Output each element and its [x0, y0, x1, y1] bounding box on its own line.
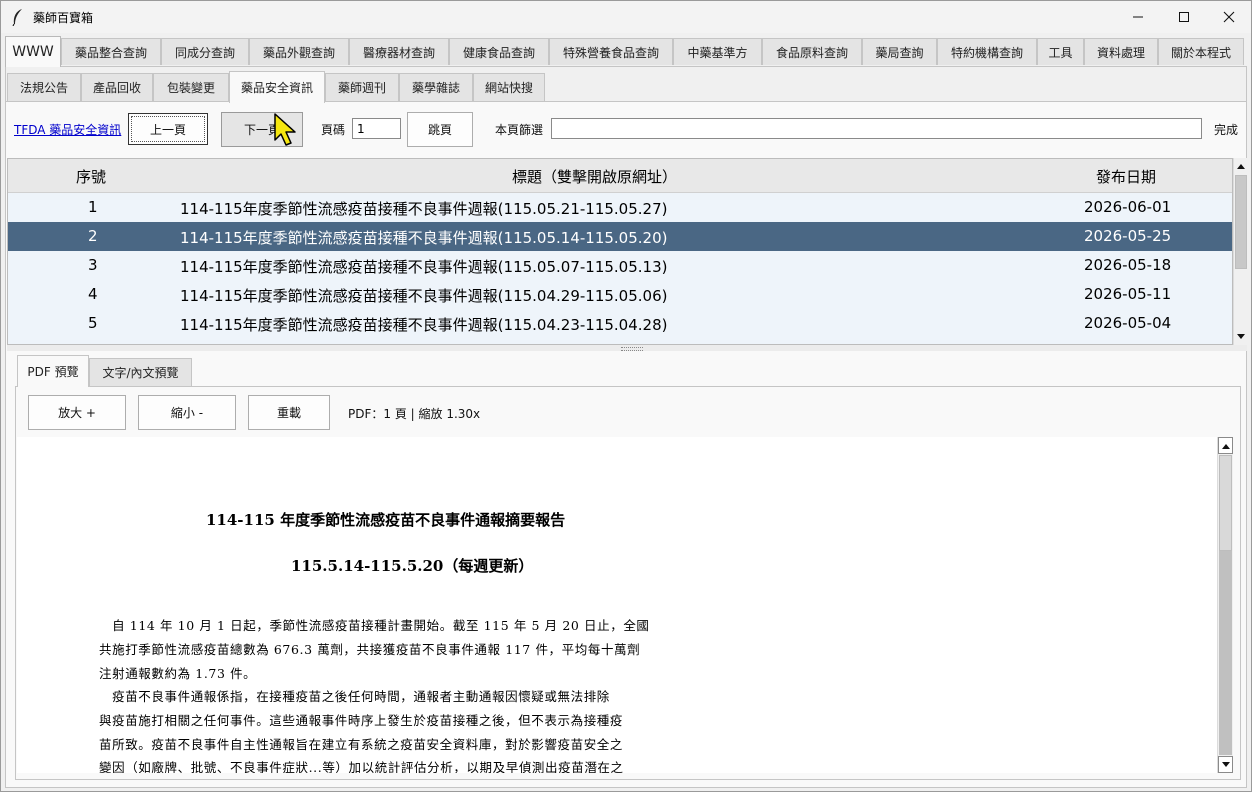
table-row[interactable]: 1 114-115年度季節性流感疫苗接種不良事件週報(115.05.21-115…: [8, 193, 1232, 222]
tab-food-ingredient[interactable]: 食品原料查詢: [762, 38, 862, 65]
row-date: 2026-05-04: [1084, 314, 1172, 332]
pane-splitter[interactable]: [7, 345, 1247, 351]
triangle-up-icon: [1237, 164, 1245, 169]
triangle-up-icon: [1221, 443, 1230, 449]
jump-page-button[interactable]: 跳頁: [407, 112, 473, 147]
scroll-up-arrow[interactable]: [1234, 158, 1248, 174]
close-button[interactable]: [1206, 1, 1251, 33]
subtab-package-change[interactable]: 包裝變更: [153, 73, 229, 101]
row-title: 114-115年度季節性流感疫苗接種不良事件週報(115.05.21-115.0…: [180, 200, 668, 218]
subtab-pharmacist-weekly[interactable]: 藥師週刊: [325, 73, 399, 101]
tab-health-food[interactable]: 健康食品查詢: [449, 38, 549, 65]
reload-button[interactable]: 重載: [248, 395, 330, 430]
close-icon: [1223, 11, 1235, 23]
pdf-text-line: 疫苗不良事件通報係指，在接種疫苗之後任何時間，通報者主動通報因懷疑或無法排除: [99, 689, 610, 704]
table-row-selected[interactable]: 2 114-115年度季節性流感疫苗接種不良事件週報(115.05.14-115…: [8, 222, 1232, 251]
pdf-text-line: 變因（如廠牌、批號、不良事件症狀...等）加以統計評估分析，以期及早偵測出疫苗潛…: [99, 760, 624, 773]
row-title: 114-115年度季節性流感疫苗接種不良事件週報(115.04.29-115.0…: [180, 287, 668, 305]
tab-pharmacy[interactable]: 藥局查詢: [862, 38, 937, 65]
minimize-icon: [1133, 16, 1143, 18]
zoom-out-button[interactable]: 縮小 -: [138, 395, 236, 430]
tab-special-nutrition[interactable]: 特殊營養食品查詢: [549, 38, 673, 65]
tab-medical-device[interactable]: 醫療器材查詢: [349, 38, 449, 65]
pdf-canvas[interactable]: 114-115 年度季節性流感疫苗不良事件通報摘要報告 115.5.14-115…: [17, 437, 1217, 773]
row-title: 114-115年度季節性流感疫苗接種不良事件週報(115.04.23-115.0…: [180, 316, 668, 334]
column-header-title[interactable]: 標題（雙擊開啟原網址）: [512, 166, 677, 187]
pdf-scroll-track[interactable]: [1219, 551, 1232, 755]
column-header-date[interactable]: 發布日期: [1096, 166, 1156, 187]
row-title: 114-115年度季節性流感疫苗接種不良事件週報(115.05.07-115.0…: [180, 258, 668, 276]
pdf-text-line: 苗所致。疫苗不良事件自主性通報旨在建立有系統之疫苗安全資料庫，對於影響疫苗安全之: [99, 737, 624, 752]
results-table: 序號 標題（雙擊開啟原網址） 發布日期 1 114-115年度季節性流感疫苗接種…: [7, 158, 1233, 345]
row-no: 1: [88, 198, 98, 216]
page-number-label: 頁碼: [321, 123, 346, 137]
scroll-thumb[interactable]: [1235, 175, 1247, 269]
main-tab-bar: WWW 藥品整合查詢 同成分查詢 藥品外觀查詢 醫療器材查詢 健康食品查詢 特殊…: [5, 36, 1249, 67]
scroll-down-arrow[interactable]: [1234, 329, 1248, 345]
pdf-text-line: 注射通報數約為 1.73 件。: [99, 666, 257, 681]
triangle-down-icon: [1237, 334, 1245, 339]
row-no: 3: [88, 256, 98, 274]
subtab-recall[interactable]: 產品回收: [81, 73, 153, 101]
pdf-scroll-down-arrow[interactable]: [1218, 756, 1233, 773]
pdf-text-line: 與疫苗施打相關之任何事件。這些通報事件時序上發生於疫苗接種之後，但不表示為接種疫: [99, 713, 624, 728]
row-date: 2026-05-11: [1084, 285, 1172, 303]
table-row[interactable]: 5 114-115年度季節性流感疫苗接種不良事件週報(115.04.23-115…: [8, 309, 1232, 338]
subtab-site-search[interactable]: 網站快搜: [473, 73, 545, 101]
table-row[interactable]: 3 114-115年度季節性流感疫苗接種不良事件週報(115.05.07-115…: [8, 251, 1232, 280]
pdf-doc-subtitle: 115.5.14-115.5.20（每週更新）: [291, 557, 534, 575]
tab-pdf-preview[interactable]: PDF 預覽: [17, 355, 89, 387]
row-date: 2026-06-01: [1084, 198, 1172, 216]
subtab-regulations[interactable]: 法規公告: [7, 73, 81, 101]
row-title: 114-115年度季節性流感疫苗接種不良事件週報(115.05.14-115.0…: [180, 229, 668, 247]
prev-page-button[interactable]: 上一頁: [128, 113, 208, 145]
tab-text-preview[interactable]: 文字/內文預覽: [89, 358, 192, 386]
row-date: 2026-05-18: [1084, 256, 1172, 274]
filter-label: 本頁篩選: [495, 123, 544, 137]
row-no: 4: [88, 285, 98, 303]
row-date: 2026-05-25: [1084, 227, 1172, 245]
tfda-safety-link[interactable]: TFDA 藥品安全資訊: [14, 121, 121, 138]
window-title: 藥師百寶箱: [33, 11, 94, 25]
maximize-button[interactable]: [1161, 1, 1207, 33]
zoom-in-button[interactable]: 放大 +: [28, 395, 126, 430]
filter-input[interactable]: [551, 118, 1202, 139]
cursor-icon: [274, 113, 296, 146]
table-row[interactable]: 4 114-115年度季節性流感疫苗接種不良事件週報(115.04.29-115…: [8, 280, 1232, 309]
pdf-info-text: PDF：1 頁 | 縮放 1.30x: [348, 407, 481, 421]
pdf-text-line: 自 114 年 10 月 1 日起，季節性流感疫苗接種計畫開始。截至 115 年…: [99, 618, 650, 633]
splitter-grip: [621, 347, 643, 351]
tab-drug-search[interactable]: 藥品整合查詢: [61, 38, 161, 65]
sub-tab-bar: 法規公告 產品回收 包裝變更 藥品安全資訊 藥師週刊 藥學雜誌 網站快搜: [7, 71, 1247, 103]
feather-icon: [12, 9, 22, 26]
pdf-scroll-thumb[interactable]: [1219, 455, 1232, 551]
tab-same-ingredient[interactable]: 同成分查詢: [161, 38, 249, 65]
row-no: 5: [88, 314, 98, 332]
tab-tools[interactable]: 工具: [1037, 38, 1084, 65]
minimize-button[interactable]: [1115, 1, 1161, 33]
pdf-text-line: 共施打季節性流感疫苗總數為 676.3 萬劑，共接獲疫苗不良事件通報 117 件…: [99, 642, 641, 657]
status-text: 完成: [1214, 123, 1239, 137]
title-bar[interactable]: 藥師百寶箱: [1, 1, 1251, 33]
app-window: 藥師百寶箱 WWW 藥品整合查詢 同成分查詢 藥品外觀查詢 醫療器材查詢 健康食…: [0, 0, 1252, 792]
tab-www[interactable]: WWW: [5, 36, 61, 67]
table-header: 序號 標題（雙擊開啟原網址） 發布日期: [8, 159, 1232, 193]
maximize-icon: [1179, 12, 1189, 22]
row-no: 2: [88, 227, 98, 245]
pdf-doc-title: 114-115 年度季節性流感疫苗不良事件通報摘要報告: [206, 511, 566, 529]
subtab-drug-safety[interactable]: 藥品安全資訊: [229, 71, 325, 103]
column-header-no[interactable]: 序號: [76, 166, 106, 187]
pdf-scroll-up-arrow[interactable]: [1218, 437, 1233, 454]
tab-contract-institution[interactable]: 特約機構查詢: [937, 38, 1037, 65]
pdf-scrollbar[interactable]: [1217, 437, 1233, 773]
triangle-down-icon: [1221, 761, 1230, 767]
page-number-input[interactable]: [352, 118, 401, 139]
tab-data-processing[interactable]: 資料處理: [1084, 38, 1158, 65]
subtab-pharmacy-journal[interactable]: 藥學雜誌: [399, 73, 473, 101]
table-scrollbar[interactable]: [1233, 158, 1248, 345]
tab-about[interactable]: 關於本程式: [1158, 38, 1244, 65]
tab-tcm-formula[interactable]: 中藥基準方: [673, 38, 762, 65]
tab-appearance[interactable]: 藥品外觀查詢: [249, 38, 349, 65]
